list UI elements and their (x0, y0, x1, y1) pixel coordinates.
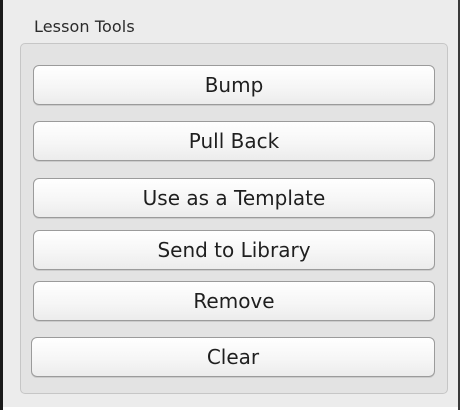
use-as-template-button[interactable]: Use as a Template (33, 178, 435, 218)
window-left-border (0, 0, 3, 410)
remove-button[interactable]: Remove (33, 281, 435, 321)
bump-button[interactable]: Bump (33, 65, 435, 105)
lesson-tools-title: Lesson Tools (34, 17, 135, 36)
clear-button[interactable]: Clear (31, 337, 435, 377)
send-to-library-button[interactable]: Send to Library (33, 230, 435, 270)
pull-back-button[interactable]: Pull Back (33, 121, 435, 161)
lesson-tools-window: Lesson Tools Bump Pull Back Use as a Tem… (0, 0, 460, 410)
